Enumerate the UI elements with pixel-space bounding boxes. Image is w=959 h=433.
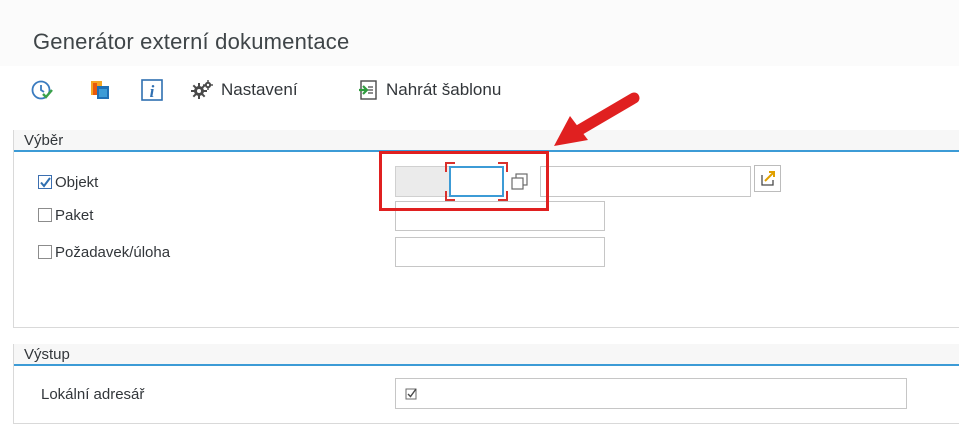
title-bar: Generátor externí dokumentace	[0, 0, 959, 66]
page-title: Generátor externí dokumentace	[33, 29, 350, 54]
local-directory-input[interactable]	[395, 378, 907, 409]
settings-button[interactable]: Nastavení	[221, 80, 298, 100]
selection-panel-header: Výběr	[14, 130, 959, 152]
object-label: Objekt	[55, 174, 99, 191]
request-label: Požadavek/úloha	[55, 244, 171, 261]
checkbox-glyph-icon	[405, 388, 417, 400]
package-checkbox[interactable]	[38, 208, 52, 222]
copy-objects-icon[interactable]	[88, 78, 112, 102]
highlight-box	[379, 151, 549, 211]
output-panel-title: Výstup	[24, 346, 70, 363]
object-select-button[interactable]	[754, 165, 781, 192]
object-checkbox[interactable]	[38, 175, 52, 189]
local-directory-label: Lokální adresář	[41, 386, 145, 403]
info-icon[interactable]: i	[140, 78, 164, 102]
package-label: Paket	[55, 207, 94, 224]
selection-panel-title: Výběr	[24, 132, 64, 149]
request-checkbox[interactable]	[38, 245, 52, 259]
object-name-input[interactable]	[540, 166, 751, 197]
request-input[interactable]	[395, 237, 605, 267]
upload-template-button[interactable]: Nahrát šablonu	[386, 80, 501, 100]
svg-text:i: i	[150, 82, 155, 101]
select-object-icon	[761, 171, 775, 186]
gear-icon[interactable]	[190, 78, 214, 102]
upload-template-icon[interactable]	[358, 78, 382, 102]
execute-clock-icon[interactable]	[30, 78, 54, 102]
annotation-arrow-icon	[554, 92, 640, 146]
output-panel-header: Výstup	[14, 344, 959, 366]
